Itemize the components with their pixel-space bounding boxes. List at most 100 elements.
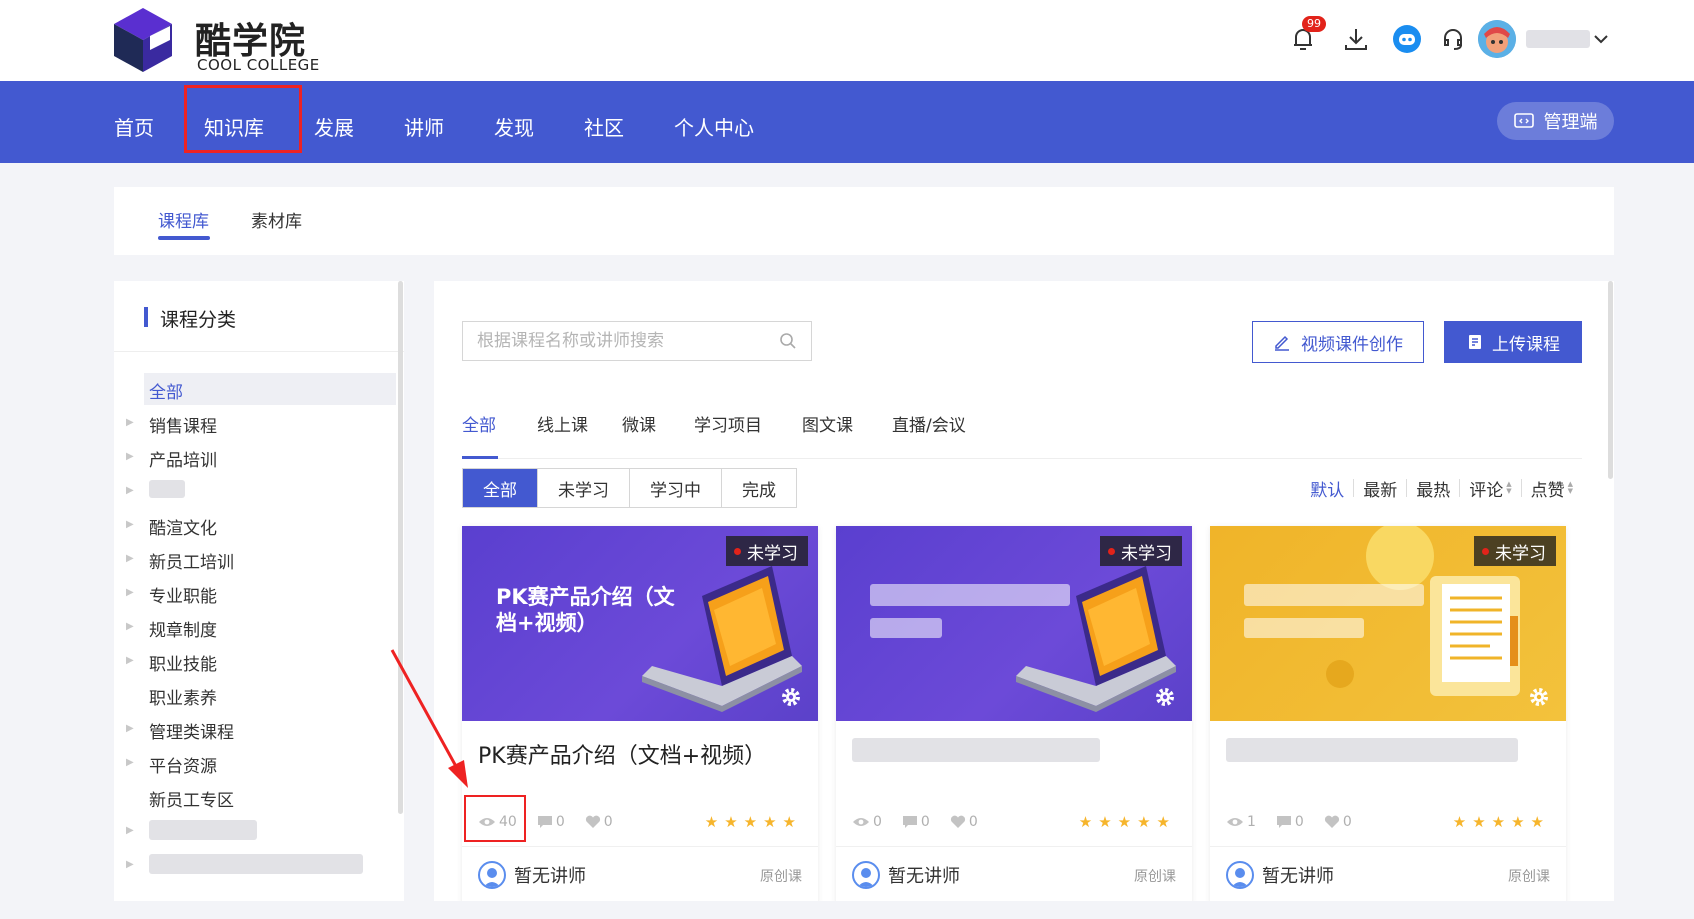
sidebar-item[interactable]: ▶ 规章制度: [114, 611, 396, 643]
course-cover[interactable]: 未学习: [1210, 526, 1566, 721]
tab-material-library[interactable]: 素材库: [251, 207, 302, 232]
sidebar-item[interactable]: ▶ 新员工培训: [114, 543, 396, 575]
comment-icon: [902, 816, 917, 828]
tab-type-live[interactable]: 直播/会议: [892, 411, 966, 436]
nav-item-discover[interactable]: 发现: [494, 112, 534, 141]
nav-item-community[interactable]: 社区: [584, 112, 624, 141]
sidebar-item-blurred[interactable]: ▶: [114, 815, 396, 847]
user-avatar[interactable]: [1478, 20, 1516, 58]
headset-icon: [1444, 29, 1462, 50]
learning-status-badge: 未学习: [1474, 536, 1556, 566]
tab-type-micro[interactable]: 微课: [622, 411, 656, 436]
course-card[interactable]: 未学习 0 0 0 ★★★★★ 暂无讲师 原创课: [836, 526, 1192, 901]
cover-title-blurred: [1244, 584, 1424, 644]
main-scrollbar[interactable]: [1608, 281, 1613, 479]
download-button[interactable]: [1339, 22, 1373, 56]
sidebar-item-blurred[interactable]: ▶: [114, 849, 396, 881]
sidebar-item-all[interactable]: 全部: [144, 373, 396, 405]
brand-subtitle: COOL COLLEGE: [197, 56, 320, 74]
sidebar-item[interactable]: 新员工专区: [114, 781, 396, 813]
course-card[interactable]: 未学习 1 0 0 ★★★★★ 暂无讲师 原创课: [1210, 526, 1566, 901]
lecturer-info: 暂无讲师: [478, 861, 586, 889]
filter-in-progress[interactable]: 学习中: [630, 469, 722, 507]
nav-item-development[interactable]: 发展: [314, 112, 354, 141]
sidebar-item[interactable]: ▶ 专业职能: [114, 577, 396, 609]
expand-arrow-icon[interactable]: ▶: [126, 417, 134, 428]
course-title[interactable]: PK赛产品介绍（文档+视频）: [478, 738, 766, 770]
annotation-highlight-box: [464, 795, 526, 842]
notification-button[interactable]: 99: [1286, 16, 1326, 56]
sidebar-item[interactable]: ▶ 职业技能: [114, 645, 396, 677]
avatar-face-icon: [1478, 20, 1516, 58]
sort-newest[interactable]: 最新: [1353, 479, 1406, 501]
expand-arrow-icon[interactable]: ▶: [126, 485, 134, 496]
nav-item-home[interactable]: 首页: [114, 112, 154, 141]
course-origin-label: 原创课: [760, 869, 802, 885]
admin-button[interactable]: 管理端: [1497, 102, 1614, 140]
tab-type-article[interactable]: 图文课: [802, 411, 853, 436]
filter-all[interactable]: 全部: [463, 469, 538, 507]
sort-comments[interactable]: 评论 ▲ ▼: [1459, 479, 1520, 501]
gear-icon[interactable]: [1528, 686, 1550, 708]
course-card[interactable]: PK赛产品介绍（文档+视频） 未学习 PK赛产品介绍（文档+视频） 40 0 0…: [462, 526, 818, 901]
upload-course-button[interactable]: 上传课程: [1444, 321, 1582, 363]
nav-item-lecturer[interactable]: 讲师: [404, 112, 444, 141]
filter-not-started[interactable]: 未学习: [538, 469, 630, 507]
lecturer-avatar-icon: [852, 861, 880, 889]
cool-college-logo-icon[interactable]: [112, 6, 174, 74]
admin-console-icon: [1513, 113, 1534, 128]
nav-item-personal-center[interactable]: 个人中心: [674, 112, 754, 141]
tab-type-online[interactable]: 线上课: [537, 411, 588, 436]
gear-icon[interactable]: [1154, 686, 1176, 708]
search-input[interactable]: [477, 331, 767, 351]
expand-arrow-icon[interactable]: ▶: [126, 451, 134, 462]
sidebar-item[interactable]: ▶ 产品培训: [114, 441, 396, 473]
sidebar-item[interactable]: ▶ 平台资源: [114, 747, 396, 779]
search-box[interactable]: [462, 321, 812, 361]
course-title-blurred[interactable]: [852, 738, 1100, 768]
customer-service-button[interactable]: [1436, 22, 1470, 56]
expand-arrow-icon[interactable]: ▶: [126, 723, 134, 734]
robot-assistant-button[interactable]: [1390, 22, 1424, 56]
sidebar-item[interactable]: ▶ 管理类课程: [114, 713, 396, 745]
heart-icon: [950, 815, 965, 828]
course-list-panel: 视频课件创作 上传课程 全部 线上课 微课 学习项目 图文课 直播/会议 全部 …: [434, 281, 1614, 901]
tab-type-project[interactable]: 学习项目: [694, 411, 762, 436]
tab-type-all[interactable]: 全部: [462, 411, 496, 436]
sidebar-item[interactable]: 职业素养: [114, 679, 396, 711]
lecturer-avatar-icon: [478, 861, 506, 889]
expand-arrow-icon[interactable]: ▶: [126, 519, 134, 530]
expand-arrow-icon[interactable]: ▶: [126, 587, 134, 598]
category-sidebar: 课程分类 全部 ▶ 销售课程 ▶ 产品培训 ▶ ▶ 酷渲文化 ▶ 新员工培训 ▶ 专业职能…: [114, 281, 404, 901]
divider: [462, 846, 818, 847]
filter-completed[interactable]: 完成: [722, 469, 796, 507]
view-count: 1: [1226, 814, 1256, 830]
sidebar-item[interactable]: ▶ 酷渲文化: [114, 509, 396, 541]
expand-arrow-icon[interactable]: ▶: [126, 825, 134, 836]
course-origin-label: 原创课: [1508, 869, 1550, 885]
sidebar-item[interactable]: ▶ 销售课程: [114, 407, 396, 439]
expand-arrow-icon[interactable]: ▶: [126, 859, 134, 870]
search-icon[interactable]: [779, 332, 797, 350]
chevron-down-icon[interactable]: [1592, 30, 1610, 48]
expand-arrow-icon[interactable]: ▶: [126, 553, 134, 564]
sidebar-item-blurred[interactable]: ▶: [114, 475, 396, 507]
sort-hottest[interactable]: 最热: [1406, 479, 1459, 501]
gear-icon[interactable]: [780, 686, 802, 708]
video-courseware-create-button[interactable]: 视频课件创作: [1252, 321, 1424, 363]
course-cover[interactable]: 未学习: [836, 526, 1192, 721]
course-title-blurred[interactable]: [1226, 738, 1518, 768]
course-cover[interactable]: PK赛产品介绍（文档+视频） 未学习: [462, 526, 818, 721]
sort-likes[interactable]: 点赞 ▲ ▼: [1520, 479, 1582, 501]
expand-arrow-icon[interactable]: ▶: [126, 757, 134, 768]
comment-count: 0: [537, 814, 565, 830]
rating-stars-icon: ★★★★★: [1452, 813, 1550, 831]
comment-count: 0: [1276, 814, 1304, 830]
tab-course-library[interactable]: 课程库: [158, 207, 209, 232]
learning-status-badge: 未学习: [1100, 536, 1182, 566]
expand-arrow-icon[interactable]: ▶: [126, 621, 134, 632]
sort-default[interactable]: 默认: [1301, 479, 1353, 501]
expand-arrow-icon[interactable]: ▶: [126, 655, 134, 666]
username-blurred[interactable]: [1526, 30, 1590, 48]
notification-badge: 99: [1302, 16, 1326, 32]
